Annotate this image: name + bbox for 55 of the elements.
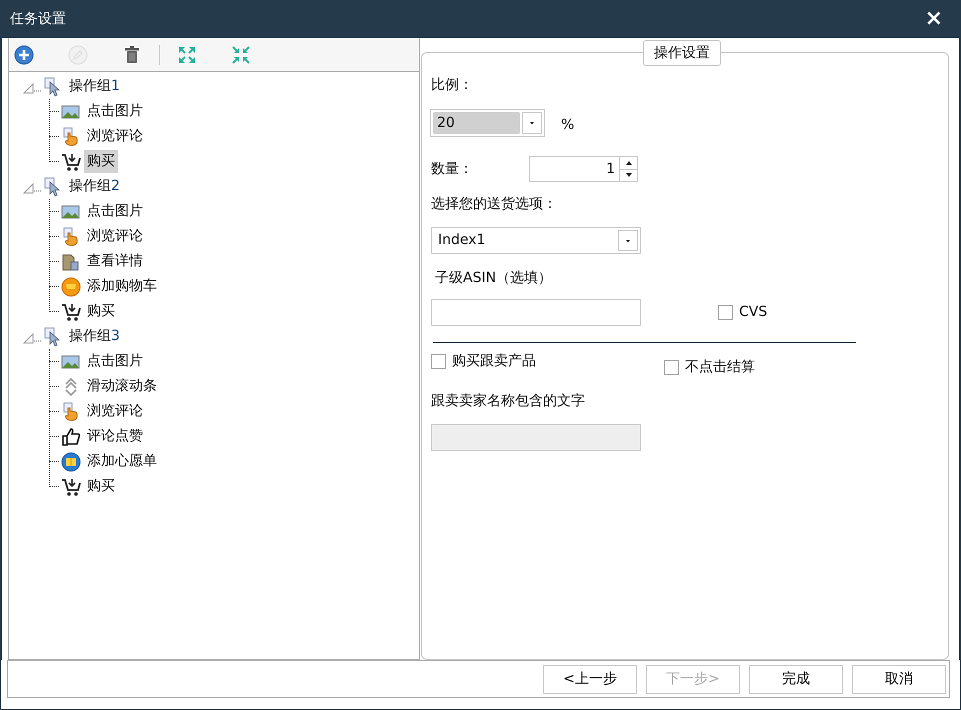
tree-item[interactable]: 浏览评论	[84, 400, 146, 423]
thumbs-up-icon	[61, 426, 81, 446]
checkbox[interactable]	[431, 354, 446, 369]
pointer-icon	[43, 176, 63, 196]
tree-item[interactable]: 点击图片	[84, 100, 146, 123]
down-arrow-icon	[624, 172, 632, 178]
checkbox-label: CVS	[739, 303, 768, 322]
cart-icon	[61, 476, 81, 496]
checkbox-label: 购买跟卖产品	[452, 352, 536, 371]
tree-item[interactable]: 添加购物车	[84, 275, 160, 298]
checkbox[interactable]	[718, 305, 733, 320]
tree-item[interactable]: 操作组1	[66, 75, 123, 98]
dropdown-button[interactable]	[522, 112, 542, 134]
quantity-spinner[interactable]: 1	[529, 156, 638, 182]
tree-item[interactable]: 点击图片	[84, 350, 146, 373]
tree-item[interactable]: 操作组2	[66, 175, 123, 198]
tree-item[interactable]: 购买	[84, 300, 118, 323]
wizard-button[interactable]: 完成	[749, 664, 843, 694]
asin-input[interactable]	[431, 299, 641, 326]
cart-icon	[61, 302, 81, 322]
field-label: 子级ASIN（选填）	[435, 269, 554, 288]
tree-item[interactable]: 添加心愿单	[84, 450, 160, 473]
ratio-combo[interactable]: 20	[430, 109, 545, 137]
collapse-button[interactable]	[230, 44, 252, 66]
group-legend: 操作设置	[643, 40, 721, 66]
tree-item[interactable]: 操作组3	[66, 325, 123, 348]
close-button[interactable]: ×	[920, 8, 947, 30]
tree-item[interactable]: 浏览评论	[84, 225, 146, 248]
wizard-button[interactable]: <上一步	[543, 664, 637, 694]
tree-item[interactable]: 滑动滚动条	[84, 375, 160, 398]
field-label: 选择您的送货选项：	[431, 195, 558, 214]
wizard-button[interactable]: 取消	[852, 664, 946, 694]
unit-label: %	[561, 116, 574, 134]
window-title: 任务设置	[10, 10, 66, 28]
folder-icon	[61, 252, 81, 272]
tree-item[interactable]: 点击图片	[84, 200, 146, 223]
dropdown-button[interactable]	[618, 230, 638, 251]
field-label: 数量：	[431, 160, 474, 178]
tree-item[interactable]: 浏览评论	[84, 125, 146, 148]
pointer-icon	[43, 326, 63, 346]
book-icon	[61, 452, 81, 472]
tree-item[interactable]: 评论点赞	[84, 425, 146, 448]
cart-coin-icon	[61, 276, 81, 296]
tree-item[interactable]: 购买	[84, 475, 118, 498]
add-button[interactable]	[13, 44, 35, 66]
tree-item[interactable]: 查看详情	[84, 250, 146, 273]
cart-icon	[61, 152, 81, 172]
field-label: 比例：	[431, 76, 474, 95]
field-label: 跟卖卖家名称包含的文字	[431, 392, 586, 411]
up-arrow-icon	[624, 160, 632, 166]
shipping-select[interactable]: Index1	[431, 227, 641, 254]
checkbox[interactable]	[664, 360, 679, 375]
checkbox-label: 不点击结算	[685, 358, 755, 377]
pointer-icon	[43, 76, 63, 96]
tree-item[interactable]: 购买	[84, 150, 118, 173]
